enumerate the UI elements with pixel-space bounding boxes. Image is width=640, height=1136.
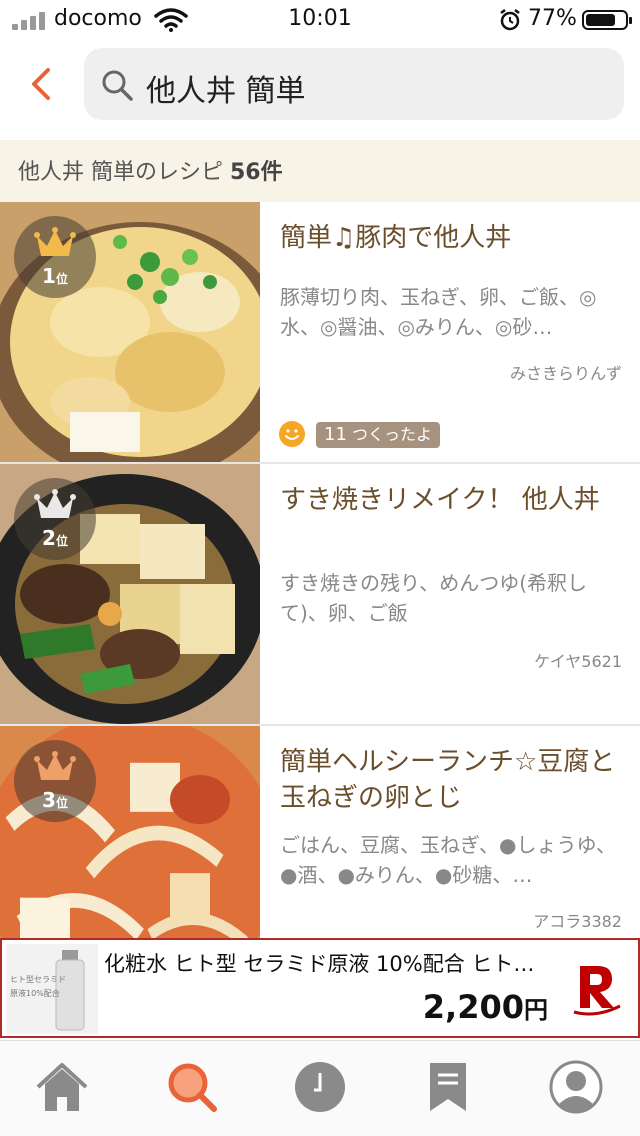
- recipe-author[interactable]: ケイヤ5621: [534, 648, 622, 672]
- rank-number: 1: [42, 264, 56, 288]
- crown-icon: [34, 489, 76, 518]
- rank-suffix: 位: [55, 534, 68, 548]
- tab-bar: [0, 1040, 640, 1136]
- ad-price: 2,200円: [423, 988, 548, 1026]
- recipe-ingredients: ごはん、豆腐、玉ねぎ、●しょうゆ、●酒、●みりん、●砂糖、…: [280, 833, 617, 887]
- ad-price-unit: 円: [524, 996, 548, 1024]
- rank-badge: 3位: [14, 740, 96, 822]
- tsukurepo-badge: 11 つくったよ: [316, 422, 441, 448]
- ad-thumb-caption-1: ヒト型セラミド: [10, 975, 66, 984]
- ad-thumb-caption-2: 原液10%配合: [10, 989, 60, 998]
- rank-label: 1位: [14, 264, 96, 288]
- profile-icon[interactable]: [548, 1059, 604, 1115]
- status-bar: docomo 10:01 77%: [0, 0, 640, 40]
- result-label: 他人丼 簡単のレシピ 56件: [18, 154, 283, 186]
- battery-fill: [586, 14, 616, 26]
- back-button[interactable]: [22, 64, 62, 104]
- search-icon: [102, 70, 133, 101]
- alarm-icon: [500, 9, 520, 31]
- rank-label: 2位: [14, 526, 96, 550]
- tsukurepo-label: つくったよ: [352, 425, 433, 444]
- rank-badge: 1位: [14, 216, 96, 298]
- recipe-card[interactable]: 2位 すき焼きリメイク！ 他人丼 すき焼きの残り、めんつゆ(希釈して)、卵、ご飯…: [0, 464, 640, 726]
- recipe-card[interactable]: 1位 簡単♫豚肉で他人丼 豚薄切り肉、玉ねぎ、卵、ご飯、◎水、◎醤油、◎みりん、…: [0, 202, 640, 464]
- ad-title: 化粧水 ヒト型 セラミド原液 10%配合 ヒト…: [104, 952, 535, 976]
- ad-banner[interactable]: ヒト型セラミド 原液10%配合 化粧水 ヒト型 セラミド原液 10%配合 ヒト……: [0, 938, 640, 1038]
- recipe-author[interactable]: みさきらりんず: [510, 360, 622, 384]
- rank-label: 3位: [14, 788, 96, 812]
- rank-number: 3: [42, 788, 56, 812]
- rank-suffix: 位: [55, 796, 68, 810]
- home-icon[interactable]: [34, 1059, 90, 1115]
- rank-number: 2: [42, 526, 56, 550]
- recipe-ingredients: すき焼きの残り、めんつゆ(希釈して)、卵、ご飯: [280, 571, 588, 625]
- crown-icon: [34, 227, 76, 256]
- recipe-ingredients: 豚薄切り肉、玉ねぎ、卵、ご飯、◎水、◎醤油、◎みりん、◎砂…: [280, 285, 597, 339]
- bookmark-icon[interactable]: [420, 1059, 476, 1115]
- result-count: 56件: [230, 160, 283, 185]
- search-tab-icon[interactable]: [164, 1059, 220, 1115]
- tsukurepo-count: 11: [324, 424, 347, 445]
- rakuten-logo-icon: [573, 966, 621, 1016]
- ad-price-value: 2,200: [422, 988, 524, 1026]
- recipe-title[interactable]: 簡単ヘルシーランチ☆豆腐と玉ねぎの卵とじ: [280, 744, 624, 816]
- smile-icon: [279, 421, 305, 447]
- result-summary: 他人丼 簡単のレシピ 56件: [0, 140, 640, 202]
- battery-icon: [582, 10, 632, 30]
- recipe-author[interactable]: アコラ3382: [533, 908, 622, 932]
- search-header: 他人丼 簡単: [0, 40, 640, 138]
- result-query-label: 他人丼 簡単のレシピ: [18, 160, 230, 185]
- search-query: 他人丼 簡単: [146, 74, 306, 109]
- ad-product-image: ヒト型セラミド 原液10%配合: [6, 944, 98, 1034]
- search-input[interactable]: 他人丼 簡単: [84, 48, 624, 120]
- rank-suffix: 位: [55, 272, 68, 286]
- battery-percentage: 77%: [528, 6, 577, 31]
- recipe-title[interactable]: すき焼きリメイク！ 他人丼: [280, 482, 624, 518]
- history-icon[interactable]: [292, 1059, 348, 1115]
- recipe-title[interactable]: 簡単♫豚肉で他人丼: [280, 220, 624, 256]
- crown-icon: [34, 751, 76, 780]
- rank-badge: 2位: [14, 478, 96, 560]
